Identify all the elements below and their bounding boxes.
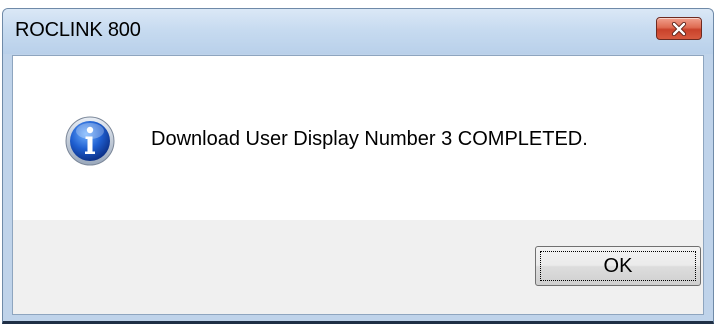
ok-button[interactable]: OK xyxy=(535,246,701,286)
message-text: Download User Display Number 3 COMPLETED… xyxy=(151,128,588,150)
dialog-body: Download User Display Number 3 COMPLETED… xyxy=(12,55,704,315)
message-area: Download User Display Number 3 COMPLETED… xyxy=(13,56,703,220)
window-title: ROCLINK 800 xyxy=(15,19,141,41)
ok-button-label: OK xyxy=(540,251,696,281)
message-dialog: ROCLINK 800 Download User Display Number… xyxy=(2,8,714,324)
close-icon xyxy=(671,22,687,36)
info-icon xyxy=(65,116,115,166)
close-button[interactable] xyxy=(656,17,702,40)
title-bar[interactable]: ROCLINK 800 xyxy=(3,9,713,54)
screen: ROCLINK 800 Download User Display Number… xyxy=(0,0,719,328)
